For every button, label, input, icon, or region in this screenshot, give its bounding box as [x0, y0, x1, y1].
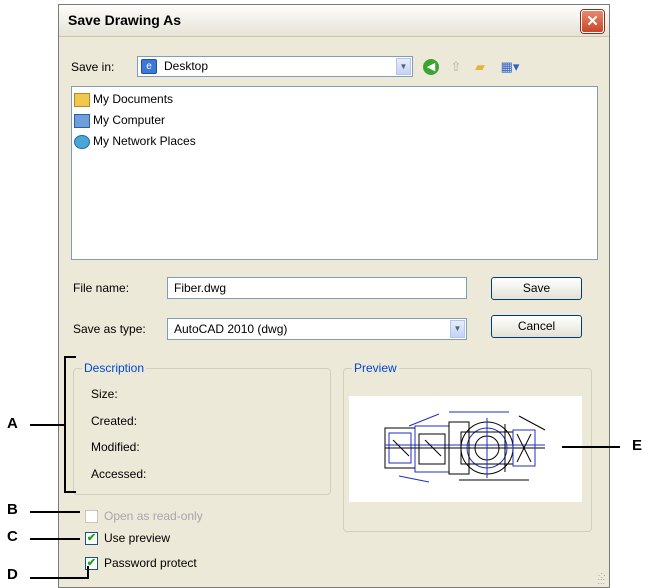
views-menu-icon[interactable]: ▦▾ [497, 58, 523, 76]
save-as-type-label: Save as type: [73, 322, 146, 336]
callout-a-bracket-top [64, 356, 76, 358]
callout-a-line [30, 424, 64, 426]
callout-b: B [7, 501, 18, 518]
save-in-value: Desktop [164, 59, 209, 73]
mechanical-drawing-thumbnail [384, 411, 546, 483]
list-item-label: My Computer [93, 113, 166, 127]
file-list[interactable]: My Documents My Computer My Network Plac… [71, 86, 598, 260]
close-button[interactable]: ✕ [581, 10, 604, 33]
new-folder-icon[interactable]: ▰ [471, 58, 489, 76]
file-name-label: File name: [73, 281, 130, 295]
list-item-label: My Network Places [93, 134, 196, 148]
drawing-preview-image [349, 396, 582, 502]
save-as-type-value: AutoCAD 2010 (dwg) [174, 322, 288, 336]
list-item[interactable]: My Network Places [74, 133, 196, 149]
callout-a-bracket-bottom [64, 491, 76, 493]
created-label: Created: [91, 414, 138, 428]
callout-b-line [30, 511, 80, 513]
save-drawing-dialog: Save Drawing As ✕ Save in: e Desktop ▼ ◀… [58, 4, 610, 588]
list-item[interactable]: My Documents [74, 91, 173, 107]
save-as-type-dropdown[interactable]: AutoCAD 2010 (dwg) ▼ [167, 318, 467, 340]
description-group: Description Size: Created: Modified: Acc… [73, 361, 331, 495]
use-preview-label[interactable]: Use preview [104, 531, 170, 545]
preview-title: Preview [352, 361, 399, 375]
use-preview-checkbox[interactable]: ✔ [85, 532, 98, 545]
dialog-title: Save Drawing As [68, 12, 182, 28]
my-documents-icon [74, 92, 90, 107]
save-button[interactable]: Save [491, 277, 582, 300]
save-in-dropdown[interactable]: e Desktop ▼ [137, 56, 413, 77]
modified-label: Modified: [91, 440, 140, 454]
list-item[interactable]: My Computer [74, 112, 165, 128]
my-computer-icon [74, 113, 90, 128]
description-title: Description [82, 361, 147, 375]
network-places-icon [74, 134, 90, 149]
callout-c-line [30, 538, 80, 540]
open-read-only-checkbox [85, 510, 98, 523]
size-label: Size: [91, 387, 118, 401]
chevron-down-icon[interactable]: ▼ [396, 58, 411, 75]
callout-a: A [7, 415, 18, 432]
callout-e: E [632, 437, 643, 454]
desktop-icon: e [141, 59, 157, 74]
callout-e-line [562, 446, 620, 448]
cancel-button[interactable]: Cancel [491, 315, 582, 338]
save-in-label: Save in: [71, 60, 115, 74]
file-name-input[interactable]: Fiber.dwg [167, 277, 467, 299]
callout-a-bracket [64, 356, 66, 493]
back-icon[interactable]: ◀ [423, 59, 439, 75]
title-bar[interactable]: Save Drawing As ✕ [59, 5, 609, 37]
close-icon: ✕ [586, 13, 599, 30]
resize-grip[interactable]: ·:·::: [598, 571, 607, 586]
list-item-label: My Documents [93, 92, 174, 106]
up-folder-icon[interactable]: ⇧ [447, 58, 465, 76]
open-read-only-label: Open as read-only [104, 509, 203, 523]
callout-c: C [7, 528, 18, 545]
password-protect-label[interactable]: Password protect [104, 556, 197, 570]
chevron-down-icon[interactable]: ▼ [450, 320, 465, 338]
callout-d-riser [87, 566, 89, 579]
accessed-label: Accessed: [91, 467, 147, 481]
callout-d: D [7, 566, 18, 583]
callout-d-line [30, 577, 88, 579]
